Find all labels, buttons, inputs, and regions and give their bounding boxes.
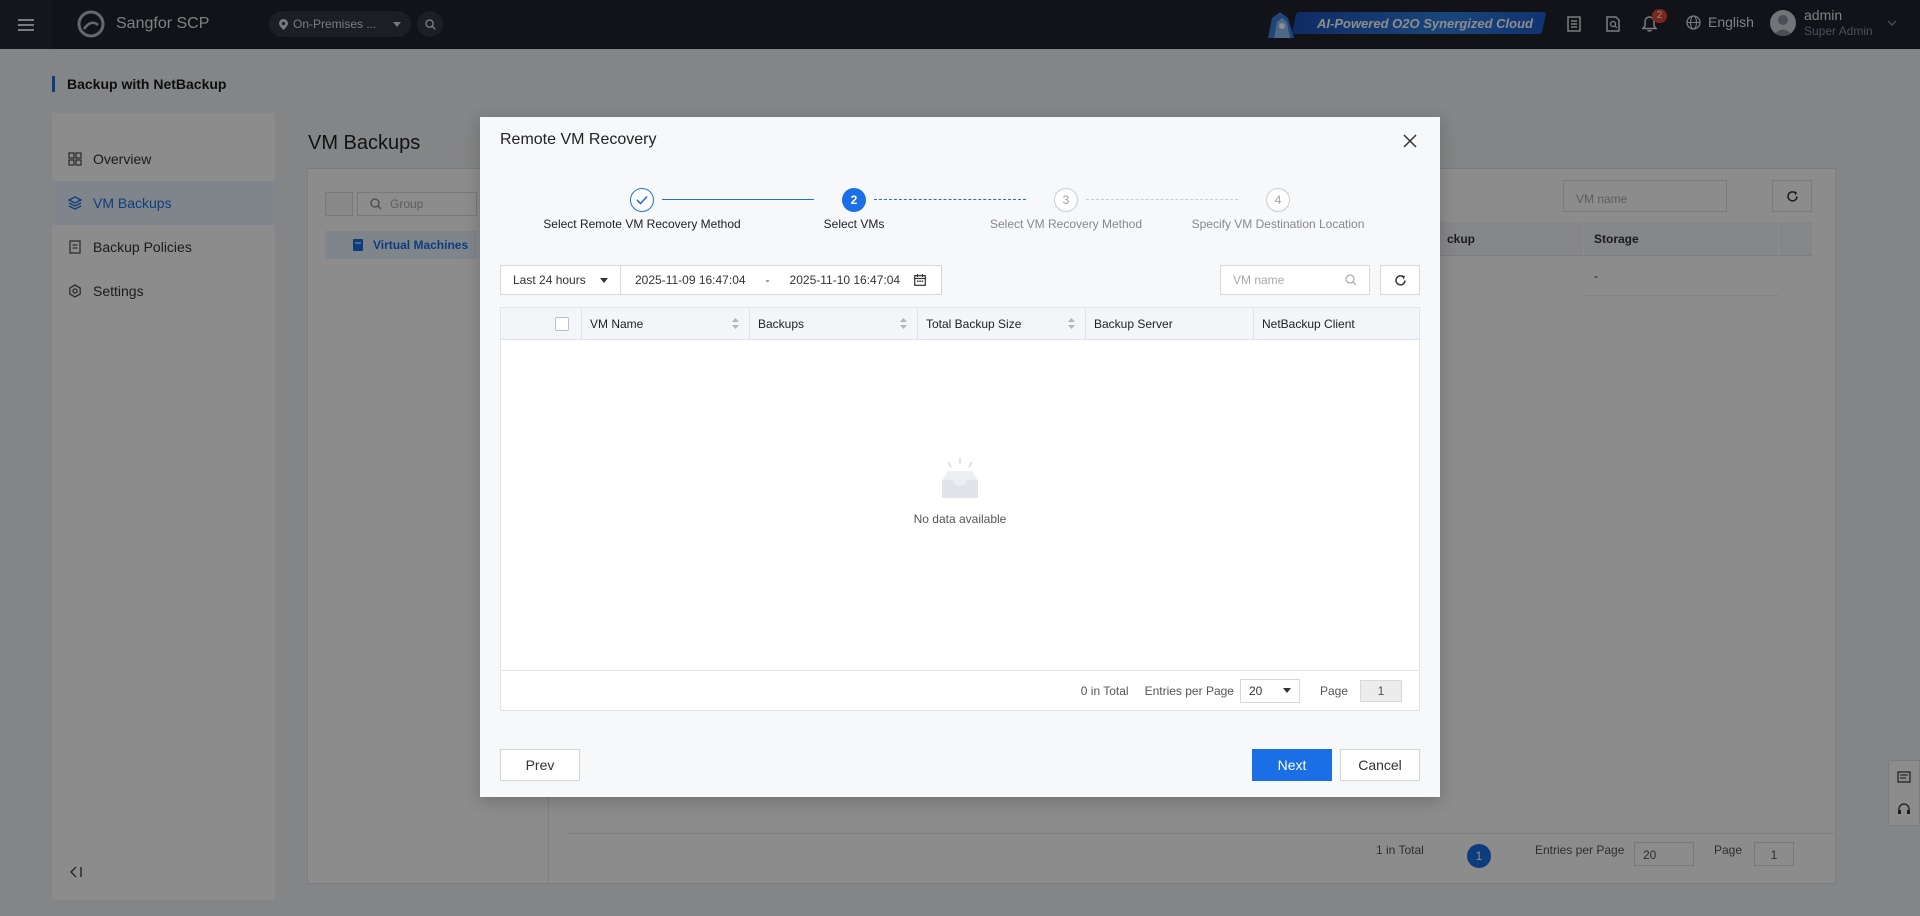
total-count: 0 in Total	[1080, 683, 1129, 698]
step-3-label: Select VM Recovery Method	[989, 217, 1143, 231]
calendar-icon[interactable]	[914, 274, 926, 286]
column-header-total-backup-size[interactable]: Total Backup Size	[917, 308, 1085, 340]
step-1-label: Select Remote VM Recovery Method	[543, 217, 741, 231]
step-4-indicator: 4	[1266, 188, 1290, 212]
step-connector	[1086, 199, 1238, 200]
step-connector	[874, 199, 1026, 200]
step-2-indicator: 2	[842, 188, 866, 212]
caret-down-icon	[1282, 688, 1291, 693]
entries-per-page-label: Entries per Page	[1144, 683, 1234, 698]
page-input[interactable]: 1	[1360, 679, 1402, 702]
cancel-button[interactable]: Cancel	[1340, 749, 1420, 781]
time-range-value: Last 24 hours	[513, 273, 586, 287]
vm-table: VM Name Backups Total Backup Size Backup…	[500, 307, 1420, 711]
prev-button[interactable]: Prev	[500, 749, 580, 781]
column-label: Backups	[758, 317, 805, 331]
end-date-input[interactable]: 2025-11-10 16:47:04	[770, 273, 901, 287]
table-footer: 0 in Total Entries per Page 20 Page 1	[501, 670, 1419, 710]
step-1-check-icon	[630, 188, 654, 212]
column-label: Backup Server	[1094, 317, 1173, 331]
column-label: VM Name	[590, 317, 644, 331]
close-icon[interactable]	[1400, 131, 1420, 151]
empty-inbox-icon	[942, 458, 978, 498]
empty-state-text: No data available	[913, 512, 1007, 526]
refresh-icon	[1394, 274, 1406, 286]
step-2-label: Select VMs	[823, 217, 885, 231]
select-all-checkbox[interactable]	[555, 317, 569, 331]
remote-vm-recovery-dialog: Remote VM Recovery Select Remote VM Reco…	[480, 117, 1440, 797]
search-icon	[1345, 274, 1357, 286]
column-header-vm-name[interactable]: VM Name	[581, 308, 749, 340]
column-header-netbackup-client[interactable]: NetBackup Client	[1253, 308, 1419, 340]
page-label: Page	[1319, 683, 1348, 698]
next-button[interactable]: Next	[1252, 749, 1332, 781]
empty-state: No data available	[501, 458, 1419, 526]
time-range-select[interactable]: Last 24 hours	[501, 266, 621, 294]
vm-name-search-input[interactable]: VM name	[1220, 265, 1370, 295]
column-header-backup-server[interactable]: Backup Server	[1085, 308, 1253, 340]
vm-name-placeholder: VM name	[1233, 273, 1285, 287]
entries-per-page-select[interactable]: 20	[1239, 678, 1300, 703]
sort-icon	[732, 318, 739, 329]
step-3-indicator: 3	[1054, 188, 1078, 212]
start-date-input[interactable]: 2025-11-09 16:47:04	[621, 273, 746, 287]
column-label: NetBackup Client	[1262, 317, 1355, 331]
step-connector	[662, 199, 814, 200]
column-header-backups[interactable]: Backups	[749, 308, 917, 340]
entries-per-page-value: 20	[1248, 683, 1263, 698]
step-4-label: Specify VM Destination Location	[1191, 217, 1365, 231]
dialog-title: Remote VM Recovery	[500, 131, 657, 148]
time-range-filter: Last 24 hours 2025-11-09 16:47:04 - 2025…	[500, 265, 942, 295]
refresh-button[interactable]	[1380, 265, 1420, 295]
table-header: VM Name Backups Total Backup Size Backup…	[501, 308, 1419, 340]
sort-icon	[1068, 318, 1075, 329]
date-separator: -	[765, 273, 770, 287]
column-label: Total Backup Size	[926, 317, 1022, 331]
caret-down-icon	[600, 277, 608, 283]
sort-icon	[900, 318, 907, 329]
